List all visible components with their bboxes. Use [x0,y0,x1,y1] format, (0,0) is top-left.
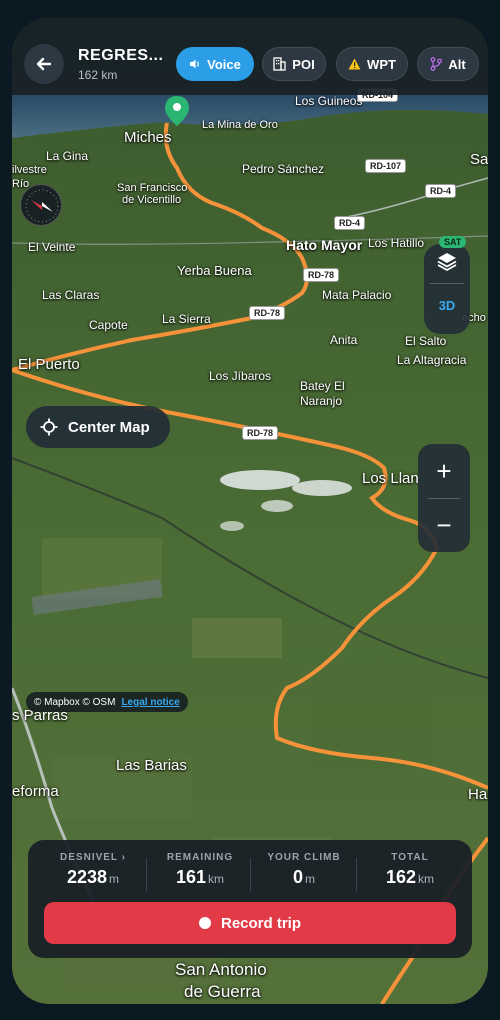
stat-number: 162 [385,867,417,887]
stat-value: 161 km [152,867,248,888]
voice-button[interactable]: Voice [176,47,254,81]
top-bar: REGRES... 162 km Voice POI WPT Alt [12,18,488,95]
alt-route-button[interactable]: Alt [417,47,479,81]
divider [356,858,357,892]
speaker-icon [190,59,199,69]
map-label: Mata Palacio [322,288,392,302]
stat-unit: m [305,872,315,886]
stat-label: REMAINING [166,852,234,863]
road-shield: RD-4 [425,184,457,198]
record-dot-icon [198,917,211,929]
stat-label: YOUR CLIMB [267,852,341,863]
route-title: REGRES... [78,47,164,64]
stat-unit: m [109,872,120,886]
map-label: Batey El [300,379,345,393]
zoom-control: + − [418,444,470,552]
map-label: eforma [12,783,59,800]
map-label: Miches [124,129,172,146]
stat-your-climb: YOUR CLIMB 0m [254,852,354,888]
map-label: Pedro Sánchez [242,162,325,176]
map-label: La Altagracia [397,353,467,367]
wpt-button[interactable]: WPT [336,47,408,81]
attribution-text: © Mapbox © OSM [34,696,116,708]
map-label: El Puerto [18,356,80,373]
divider [430,283,464,284]
zoom-in-button[interactable]: + [418,444,470,498]
map-attribution: © Mapbox © OSM Legal notice [26,692,188,712]
arrow-left-icon [36,57,52,71]
map-label: Naranjo [300,394,343,408]
map-label: de Vicentillo [122,194,182,206]
stat-unit: km [418,872,435,886]
map-label: Ha [468,786,488,803]
road-shield: RD-107 [365,159,407,173]
route-fork-icon [430,57,443,71]
back-button[interactable] [24,44,64,84]
stat-total: TOTAL 162 km [360,852,460,888]
stat-remaining: REMAINING 161 km [152,852,248,888]
stat-number: 2238 [66,867,108,887]
map-label: Los Jíbaros [209,369,272,383]
map-label: La Mina de Oro [202,119,278,131]
stat-value: 162 km [360,867,460,888]
map-label: La Sierra [162,312,211,326]
map-label: Los Guineos [295,94,363,108]
satellite-badge: SAT [439,236,467,248]
zoom-out-button[interactable]: − [418,498,470,552]
layers-button[interactable] [436,250,458,272]
alt-label: Alt [448,56,466,72]
legal-notice-link[interactable]: Legal notice [121,697,179,708]
map-label: de Guerra [184,982,261,1001]
center-map-label: Center Map [68,418,150,436]
trip-stats-panel: DESNIVEL › 2238 m REMAINING 161 km YOUR CL… [28,840,472,958]
3d-toggle[interactable]: 3D [424,298,470,313]
map-label: Los Llan [362,470,419,487]
stat-value: 0m [254,867,354,888]
map-label: Capote [89,318,128,332]
divider [146,858,147,892]
warning-icon [348,58,361,70]
compass[interactable] [20,184,62,226]
phone-frame: Los Guineos RD-104 La Mina de Oro Miches… [0,0,500,1020]
record-trip-button[interactable]: Record trip [44,902,456,944]
divider [250,858,251,892]
map-label: La Gina [46,149,89,163]
map-label: Los Hatillo [368,236,425,250]
road-shield: RD-4 [334,216,366,230]
layers-icon [437,253,457,272]
wpt-label: WPT [367,56,396,72]
stat-number: 0 [292,867,303,887]
compass-icon [25,189,59,223]
stat-desnivel[interactable]: DESNIVEL › 2238 m [42,852,144,888]
stat-label: DESNIVEL › [60,852,126,863]
map-label: Sa [470,151,488,168]
map-label: Yerba Buena [177,263,252,278]
poi-button[interactable]: POI [262,47,326,81]
stat-label: TOTAL [391,852,429,863]
map-label: San Francisco [117,182,188,194]
stat-number: 161 [175,867,207,887]
record-trip-label: Record trip [220,914,301,932]
map-label: Anita [330,333,358,347]
map-label: Hato Mayor [286,237,363,253]
map-label: El Salto [405,334,447,348]
map-label: Las Barias [116,757,187,774]
route-distance: 162 km [78,68,118,82]
road-shield: RD-78 [303,268,340,282]
road-shield: RD-78 [242,426,279,440]
center-map-button[interactable]: Center Map [26,406,170,448]
poi-label: POI [292,56,315,72]
map-label: Las Claras [42,288,100,302]
crosshair-icon [40,418,58,436]
building-icon [273,57,286,71]
voice-label: Voice [207,56,241,72]
stat-unit: km [208,872,225,886]
stat-value: 2238 m [42,867,144,888]
app-screen: Los Guineos RD-104 La Mina de Oro Miches… [12,18,488,1004]
map-label: El Veinte [28,240,76,254]
map-label: ilvestre [12,164,47,176]
map-label: San Antonio [175,960,267,979]
road-shield: RD-78 [249,306,286,320]
